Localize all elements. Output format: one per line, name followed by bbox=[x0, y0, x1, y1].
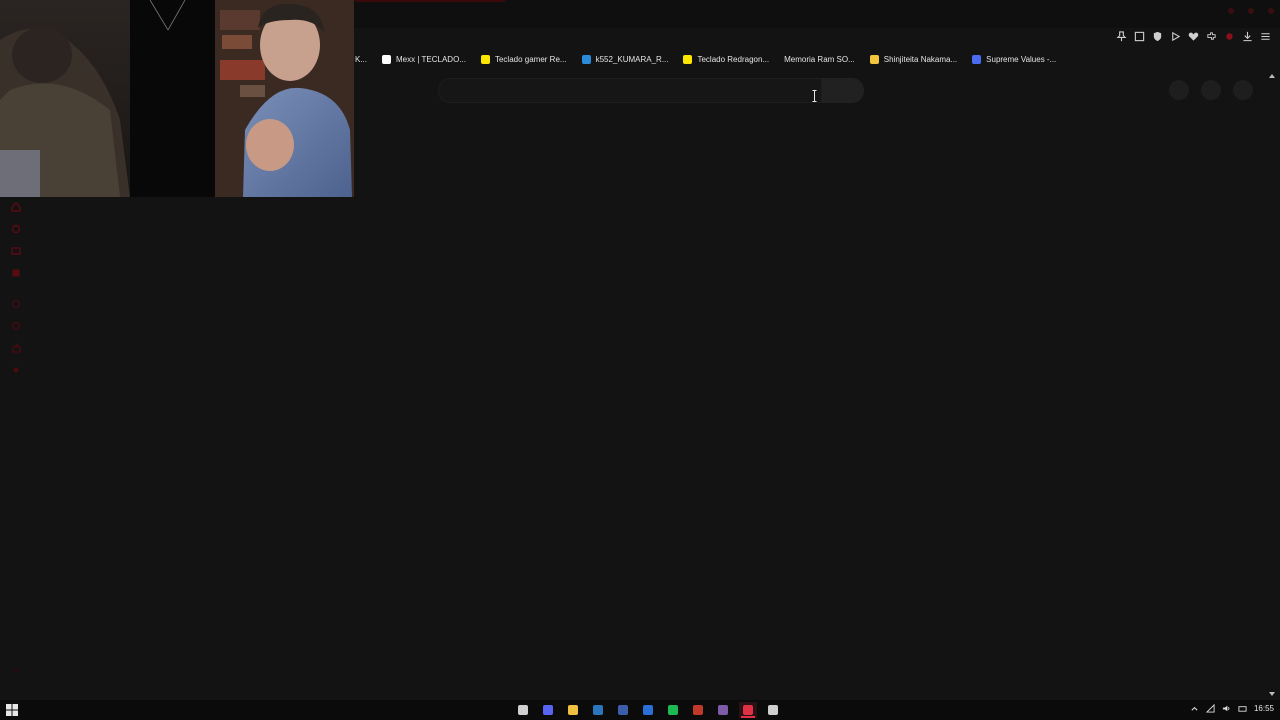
play-icon[interactable] bbox=[1168, 29, 1182, 43]
settings-icon[interactable] bbox=[11, 362, 21, 373]
bookmark-item[interactable]: K... bbox=[355, 55, 367, 64]
watch-later-icon[interactable] bbox=[11, 318, 21, 331]
shield-icon[interactable] bbox=[1150, 29, 1164, 43]
bookmark-label: Teclado gamer Re... bbox=[494, 54, 567, 64]
keyboard-icon[interactable] bbox=[1238, 703, 1248, 713]
bookmark-label: k552_KUMARA_R... bbox=[595, 54, 669, 64]
create-button[interactable] bbox=[1169, 80, 1189, 100]
search-input[interactable] bbox=[438, 78, 822, 103]
library-icon[interactable] bbox=[11, 265, 21, 277]
drive-favicon bbox=[581, 54, 591, 64]
mercadolibre-favicon bbox=[683, 54, 693, 64]
scroll-up-icon[interactable] bbox=[1268, 72, 1276, 80]
taskbar-button[interactable] bbox=[739, 702, 757, 718]
app-icon bbox=[618, 705, 628, 715]
header-actions bbox=[1169, 80, 1253, 100]
taskbar-button[interactable] bbox=[539, 702, 557, 718]
bookmarks-bar: K... Mexx | TECLADO... Teclado gamer Re...… bbox=[355, 51, 1071, 67]
bookmark-item[interactable]: Shinjiteita Nakama... bbox=[869, 54, 958, 64]
taskbar-button[interactable] bbox=[714, 702, 732, 718]
app-icon-2 bbox=[643, 705, 653, 715]
pin-icon[interactable] bbox=[1114, 29, 1128, 43]
taskbar-button[interactable] bbox=[589, 702, 607, 718]
maximize-button[interactable] bbox=[1248, 8, 1254, 14]
webcam-image bbox=[0, 0, 354, 197]
screenshot-icon[interactable] bbox=[1132, 29, 1146, 43]
scroll-down-icon[interactable] bbox=[1268, 690, 1276, 698]
bookmark-label: Mexx | TECLADO... bbox=[396, 54, 466, 64]
anime-favicon bbox=[869, 54, 879, 64]
subscriptions-icon[interactable] bbox=[11, 243, 21, 255]
download-icon[interactable] bbox=[1240, 29, 1254, 43]
bookmark-item[interactable]: Supreme Values -... bbox=[972, 54, 1057, 64]
record-icon[interactable] bbox=[1222, 29, 1236, 43]
bookmark-item[interactable]: Teclado gamer Re... bbox=[480, 54, 567, 64]
browser-app-icon bbox=[743, 705, 753, 715]
webcam-overlay bbox=[0, 0, 354, 197]
volume-icon[interactable] bbox=[1222, 703, 1232, 713]
bookmark-item[interactable]: Memoria Ram SO... bbox=[784, 55, 855, 64]
liked-icon[interactable] bbox=[11, 340, 21, 353]
search-button[interactable] bbox=[822, 78, 864, 103]
file-explorer-app-icon bbox=[568, 705, 578, 715]
search-bar bbox=[438, 78, 864, 103]
taskbar-button[interactable] bbox=[664, 702, 682, 718]
heart-icon[interactable] bbox=[1186, 29, 1200, 43]
text-cursor-icon bbox=[812, 90, 817, 102]
history-icon[interactable] bbox=[11, 296, 21, 309]
gear-icon[interactable] bbox=[11, 662, 21, 672]
mexx-favicon bbox=[382, 54, 392, 64]
taskbar-button[interactable] bbox=[614, 702, 632, 718]
taskbar-button[interactable] bbox=[639, 702, 657, 718]
supreme-favicon bbox=[972, 54, 982, 64]
bookmark-item[interactable]: Mexx | TECLADO... bbox=[382, 54, 466, 64]
menu-icon[interactable] bbox=[1258, 29, 1272, 43]
obs-app-icon bbox=[768, 705, 778, 715]
bookmark-label: Supreme Values -... bbox=[986, 54, 1057, 64]
close-button[interactable] bbox=[1268, 8, 1274, 14]
spotify-app-icon bbox=[668, 705, 678, 715]
taskbar-button[interactable] bbox=[689, 702, 707, 718]
bookmark-label: K... bbox=[355, 54, 368, 64]
network-icon[interactable] bbox=[1206, 703, 1216, 713]
steam-app-icon bbox=[593, 705, 603, 715]
calendar-app-icon bbox=[518, 705, 528, 715]
bookmark-label: Teclado Redragon... bbox=[697, 54, 770, 64]
taskbar: 16:55 bbox=[0, 700, 1280, 720]
window-controls bbox=[1228, 8, 1274, 14]
active-tab-indicator bbox=[355, 0, 505, 2]
minimize-button[interactable] bbox=[1228, 8, 1234, 14]
bookmark-label: Shinjiteita Nakama... bbox=[883, 54, 958, 64]
clock[interactable]: 16:55 bbox=[1254, 704, 1274, 713]
app-icon-3 bbox=[693, 705, 703, 715]
discord-app-icon bbox=[543, 705, 553, 715]
sidebar bbox=[0, 196, 30, 696]
notifications-button[interactable] bbox=[1201, 80, 1221, 100]
taskbar-apps bbox=[514, 702, 782, 718]
mercadolibre-favicon bbox=[480, 54, 490, 64]
avatar[interactable] bbox=[1233, 80, 1253, 100]
bookmark-item[interactable]: k552_KUMARA_R... bbox=[581, 54, 669, 64]
home-icon[interactable] bbox=[11, 199, 21, 212]
bookmark-item[interactable]: Teclado Redragon... bbox=[683, 54, 770, 64]
taskbar-button[interactable] bbox=[514, 702, 532, 718]
explore-icon[interactable] bbox=[11, 221, 21, 234]
browser-toolbar bbox=[1114, 29, 1272, 45]
chevron-up-icon[interactable] bbox=[1190, 703, 1200, 713]
windows-start-icon[interactable] bbox=[6, 704, 18, 716]
system-tray: 16:55 bbox=[1190, 703, 1274, 713]
taskbar-button[interactable] bbox=[764, 702, 782, 718]
screen: K... Mexx | TECLADO... Teclado gamer Re...… bbox=[0, 0, 1280, 720]
bookmark-label: Memoria Ram SO... bbox=[784, 54, 855, 64]
taskbar-button[interactable] bbox=[564, 702, 582, 718]
extensions-icon[interactable] bbox=[1204, 29, 1218, 43]
app-icon-4 bbox=[718, 705, 728, 715]
